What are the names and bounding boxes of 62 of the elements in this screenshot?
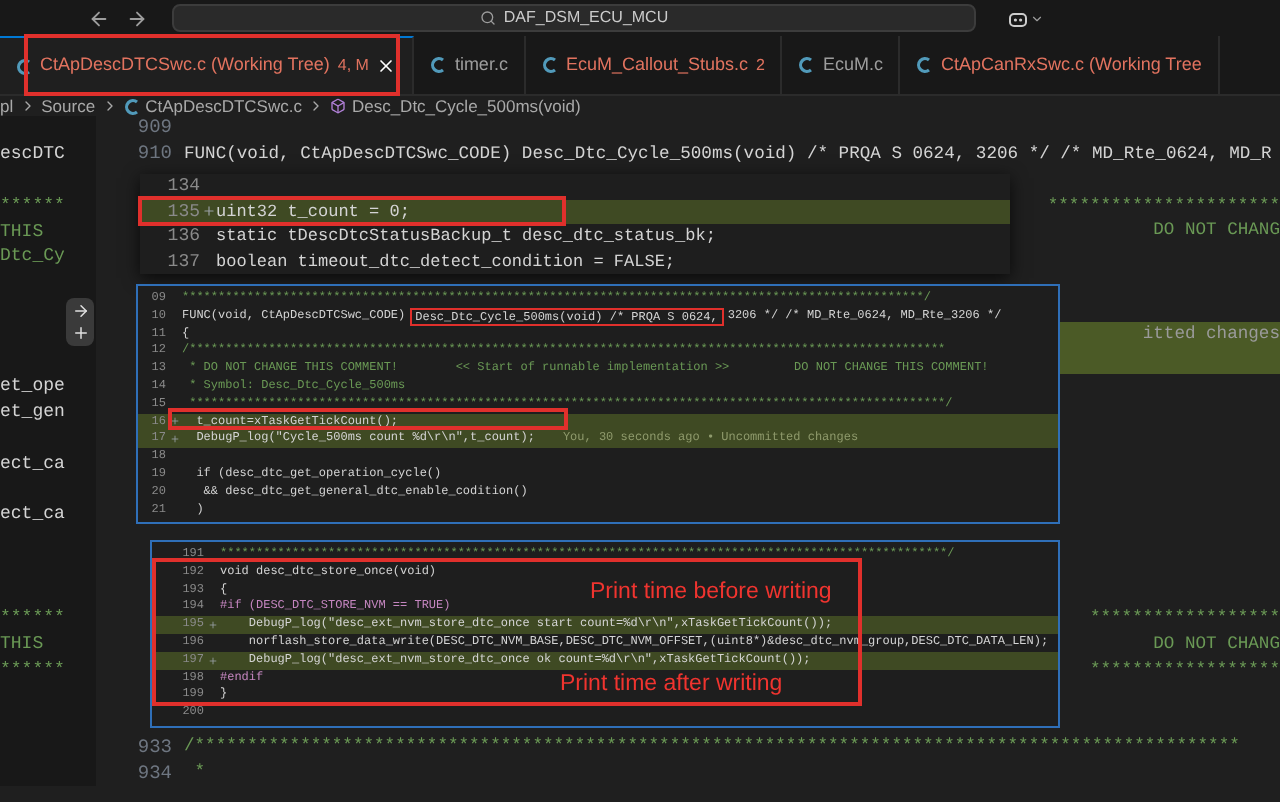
- line-number: 909: [137, 116, 172, 139]
- code-fragment: DO NOT CHANG: [1153, 631, 1280, 658]
- back-icon[interactable]: [88, 7, 110, 29]
- code-fragment: DO NOT CHANG: [1153, 218, 1280, 245]
- tab-status-label: 2: [756, 53, 765, 77]
- code-fragment: **********************: [1047, 193, 1280, 220]
- code-line: uint32 t_count = 0;: [216, 199, 410, 224]
- breadcrumb-item[interactable]: pl: [0, 93, 14, 119]
- breadcrumb-item[interactable]: CtApDescDTCSwc.c: [145, 93, 302, 119]
- editor-tab[interactable]: CtApDescDTCSwc.c (Working Tree) 4, M: [0, 36, 415, 94]
- added-marker-icon: [169, 416, 179, 427]
- line-number: 910: [137, 142, 172, 165]
- arrow-icon[interactable]: [71, 302, 89, 320]
- line-number: 136: [165, 224, 200, 249]
- code-fragment: ******: [0, 195, 65, 216]
- code-fragment: escDTC: [0, 143, 65, 164]
- code-fragment: et_gen: [0, 401, 65, 422]
- code-fragment: et_ope: [0, 375, 65, 396]
- added-marker-icon: [207, 655, 217, 666]
- code-line: /***************************************************************************************************: [184, 734, 1240, 761]
- breadcrumb-item[interactable]: Desc_Dtc_Cycle_500ms(void): [351, 93, 581, 119]
- code-fragment: ******************: [1089, 605, 1280, 632]
- code-fragment: itted changes: [1142, 321, 1280, 348]
- breadcrumb-item[interactable]: Source: [41, 93, 96, 119]
- close-icon[interactable]: [376, 56, 397, 76]
- line-number: 137: [165, 249, 200, 274]
- annotation-text: Print time after writing: [560, 670, 783, 700]
- code-fragment: ******: [0, 607, 65, 628]
- code-fragment: ect_ca: [0, 453, 65, 474]
- code-line: *: [192, 760, 206, 787]
- copilot-icon[interactable]: [1008, 9, 1028, 27]
- search-field[interactable]: DAF_DSM_ECU_MCU: [172, 4, 976, 32]
- c-file-icon: [798, 56, 815, 74]
- c-file-icon: [541, 56, 558, 74]
- code-fragment: Dtc_Cy: [0, 246, 65, 267]
- added-marker-icon: [201, 204, 215, 219]
- line-number: 933: [137, 735, 172, 758]
- c-file-icon: [16, 57, 32, 75]
- line-number: 134: [165, 174, 200, 199]
- code-line: static tDescDtcStatusBackup_t desc_dtc_status_bk;: [216, 224, 716, 249]
- added-marker-icon: [207, 620, 217, 631]
- plus-icon[interactable]: [71, 324, 89, 342]
- code-fragment: ******************: [1089, 657, 1280, 684]
- line-number: 934: [137, 761, 172, 784]
- c-file-icon: [430, 56, 447, 74]
- code-line: FUNC(void, CtApDescDTCSwc_CODE) Desc_Dtc_Cycle_500ms(void) /* PRQA S 0624, 3206 */ /* MD_Rte_0624, MD_R: [184, 141, 1272, 168]
- caret-icon[interactable]: [1030, 11, 1044, 25]
- tab-status-label: 4, M: [337, 54, 369, 78]
- forward-icon[interactable]: [126, 7, 148, 29]
- line-number: 135: [165, 199, 200, 224]
- code-line: boolean timeout_dtc_detect_condition = FALSE;: [216, 249, 676, 274]
- cube-icon: [329, 98, 346, 114]
- search-text: DAF_DSM_ECU_MCU: [503, 6, 669, 30]
- c-file-icon: [916, 56, 933, 74]
- search-icon: [479, 10, 496, 26]
- code-fragment: ******: [0, 659, 65, 680]
- code-fragment: THIS: [0, 221, 44, 242]
- annotation-text: Print time before writing: [590, 578, 832, 608]
- added-marker-icon: [169, 434, 179, 445]
- code-fragment: ect_ca: [0, 504, 65, 525]
- code-fragment: THIS: [0, 633, 44, 654]
- c-file-icon: [123, 97, 140, 115]
